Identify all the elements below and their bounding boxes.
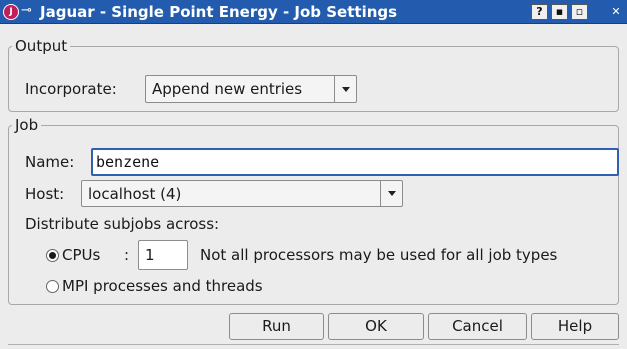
job-settings-window: J ⊸ Jaguar - Single Point Energy - Job S… bbox=[0, 0, 627, 349]
cpus-separator: : bbox=[124, 246, 130, 264]
cpus-input[interactable]: 1 bbox=[138, 240, 188, 270]
help-button[interactable]: Help bbox=[531, 313, 619, 340]
cpus-radio[interactable] bbox=[46, 249, 59, 262]
cancel-button[interactable]: Cancel bbox=[428, 313, 527, 340]
job-legend: Job bbox=[12, 116, 42, 134]
run-button[interactable]: Run bbox=[229, 313, 324, 340]
host-value: localhost (4) bbox=[88, 185, 182, 203]
cpus-label[interactable]: CPUs bbox=[62, 244, 100, 266]
distribute-label: Distribute subjobs across: bbox=[25, 215, 220, 233]
cpus-note: Not all processors may be used for all j… bbox=[200, 246, 558, 264]
host-label: Host: bbox=[25, 185, 65, 203]
help-title-button[interactable]: ? bbox=[531, 4, 548, 20]
incorporate-select[interactable]: Append new entries bbox=[145, 75, 357, 103]
output-legend: Output bbox=[12, 37, 71, 55]
incorporate-value: Append new entries bbox=[152, 80, 303, 98]
jaguar-app-icon[interactable]: J bbox=[3, 4, 19, 20]
pin-icon[interactable]: ⊸ bbox=[21, 3, 35, 19]
mpi-radio[interactable] bbox=[46, 280, 59, 293]
bottom-divider bbox=[8, 344, 619, 345]
mpi-label[interactable]: MPI processes and threads bbox=[62, 275, 263, 297]
name-label: Name: bbox=[25, 153, 75, 171]
host-select[interactable]: localhost (4) bbox=[81, 180, 403, 207]
incorporate-label: Incorporate: bbox=[25, 80, 117, 98]
maximize-button[interactable]: ▫ bbox=[571, 4, 588, 20]
chevron-down-icon[interactable] bbox=[334, 76, 356, 102]
name-input[interactable]: benzene bbox=[91, 148, 619, 176]
ok-button[interactable]: OK bbox=[328, 313, 424, 340]
window-title: Jaguar - Single Point Energy - Job Setti… bbox=[40, 3, 398, 21]
minimize-button[interactable]: ▪ bbox=[551, 4, 568, 20]
title-bar[interactable]: J ⊸ Jaguar - Single Point Energy - Job S… bbox=[0, 0, 627, 24]
close-button[interactable]: ✕ bbox=[607, 4, 625, 20]
chevron-down-icon[interactable] bbox=[380, 181, 402, 206]
